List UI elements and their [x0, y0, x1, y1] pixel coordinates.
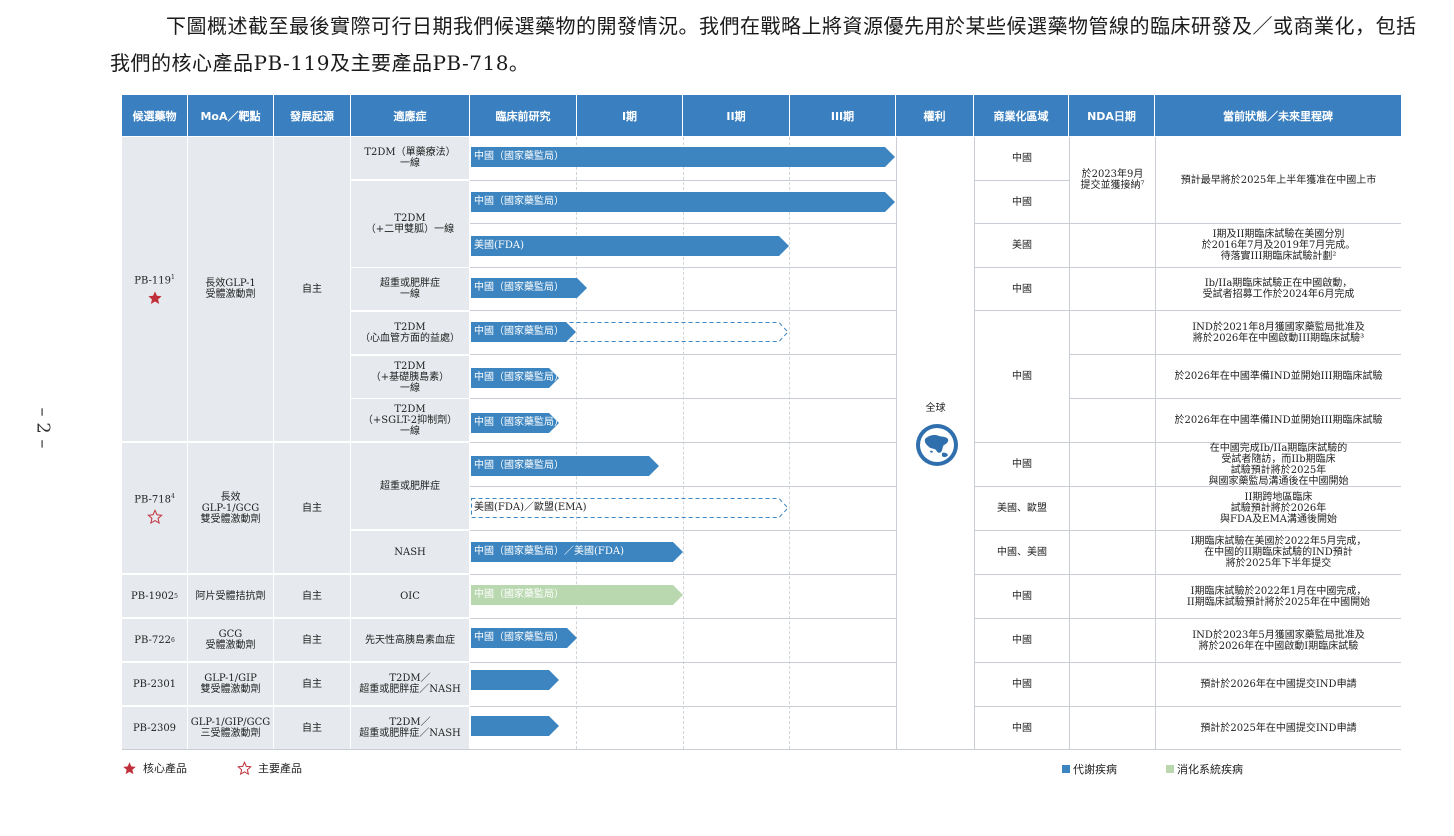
origin-pb722: 自主 [274, 619, 350, 661]
progress-bar: 中國（國家藥監局） [471, 147, 895, 167]
region-cell: 中國 [1012, 679, 1032, 690]
status-cell: IND於2023年5月獲國家藥監局批准及 將於2026年在中國啟動I期臨床試驗 [1192, 629, 1365, 652]
indication-cell: T2DM／ 超重或肥胖症／NASH [351, 707, 469, 749]
progress-bar [471, 670, 559, 690]
progress-bar: 中國（國家藥監局） [471, 368, 559, 388]
header-rights: 權利 [896, 95, 974, 136]
drug-pb1902: PB-1902 5 [122, 575, 187, 617]
header-phase1: I期 [577, 95, 683, 136]
region-cell: 中國、美國 [997, 547, 1047, 558]
region-cell: 中國 [1012, 196, 1032, 208]
header-phase2: II期 [683, 95, 790, 136]
region-cell: 中國 [1012, 591, 1032, 602]
indication-cell: T2DM／ 超重或肥胖症／NASH [351, 663, 469, 705]
core-star-icon [123, 761, 136, 774]
progress-bar: 中國（國家藥監局） [471, 628, 577, 648]
moa-pb1902: 阿片受體拮抗劑 [188, 575, 273, 617]
indication-cell: T2DM（單藥療法） 一線 [351, 137, 469, 179]
status-cell: 預計最早將於2025年上半年獲准在中國上市 [1180, 174, 1377, 186]
region-cell: 中國 [1012, 283, 1032, 295]
header-status: 當前狀態／未來里程碑 [1155, 95, 1401, 136]
drug-pb722: PB-722 6 [122, 619, 187, 661]
progress-bar: 中國（國家藥監局） [471, 192, 895, 212]
key-product-star-icon [146, 509, 163, 525]
indication-cell: T2DM （+SGLT-2抑制劑） 一線 [351, 399, 469, 441]
legend-metabolic: 代謝疾病 [1062, 761, 1117, 777]
moa-pb722: GCG 受體激動劑 [188, 619, 273, 661]
status-cell: Ib/IIa期臨床試驗正在中國啟動， 受試者招募工作於2024年6月完成 [1202, 278, 1355, 300]
moa-pb2301: GLP-1/GIP 雙受體激動劑 [188, 663, 273, 705]
moa-pb119: 長效GLP-1 受體激動劑 [188, 137, 273, 441]
status-cell: I期及II期臨床試驗在美國分別 於2016年7月及2019年7月完成。 待落實I… [1201, 229, 1356, 262]
status-cell: 於2026年在中國準備IND並開始III期臨床試驗 [1174, 415, 1383, 426]
legend-digestive: 消化系統疾病 [1166, 761, 1243, 777]
progress-bar: 中國（國家藥監局） [471, 413, 559, 433]
legend-key-product: 主要產品 [237, 760, 302, 776]
progress-bar: 中國（國家藥監局） [471, 585, 683, 605]
header-moa: MoA／靶點 [188, 95, 274, 136]
header-phase3: III期 [790, 95, 896, 136]
status-cell: II期跨地區臨床 試驗預計將於2026年 與FDA及EMA溝通後開始 [1220, 492, 1337, 525]
metabolic-swatch [1062, 765, 1070, 773]
header-origin: 發展起源 [274, 95, 351, 136]
pipeline-table: 候選藥物 MoA／靶點 發展起源 適應症 臨床前研究 I期 II期 III期 權… [0, 0, 1454, 836]
origin-pb718: 自主 [274, 443, 350, 573]
status-cell: I期臨床試驗在美國於2022年5月完成， 在中國的II期臨床試驗的IND預計 將… [1190, 536, 1367, 569]
origin-pb1902: 自主 [274, 575, 350, 617]
key-star-icon [237, 760, 252, 775]
header-region: 商業化區域 [974, 95, 1069, 136]
region-cell: 美國、歐盟 [997, 503, 1047, 514]
globe-icon [916, 424, 958, 466]
region-cell: 中國 [1012, 371, 1032, 382]
drug-pb718: PB-7184 [122, 443, 187, 573]
header-candidate: 候選藥物 [122, 95, 188, 136]
indication-cell: 超重或肥胖症 一線 [351, 268, 469, 310]
origin-pb2309: 自主 [274, 707, 350, 749]
legend-core-product: 核心產品 [122, 760, 187, 776]
moa-pb2309: GLP-1/GIP/GCG 三受體激動劑 [188, 707, 273, 749]
drug-pb119: PB-1191 [122, 137, 187, 441]
indication-cell: NASH [351, 531, 469, 573]
indication-cell: OIC [351, 575, 469, 617]
drug-pb2309: PB-2309 [122, 707, 187, 749]
region-cell: 美國 [1012, 240, 1032, 251]
nda-date: 於2023年9月 提交並獲接納⁷ [1080, 169, 1145, 191]
digestive-swatch [1166, 765, 1174, 773]
progress-bar: 中國（國家藥監局） [471, 278, 587, 298]
indication-cell: 先天性高胰島素血症 [351, 619, 469, 661]
origin-pb2301: 自主 [274, 663, 350, 705]
progress-bar: 美國(FDA) [471, 236, 789, 256]
status-cell: 於2026年在中國準備IND並開始III期臨床試驗 [1174, 371, 1383, 382]
status-cell: 在中國完成Ib/IIa期臨床試驗的 受試者隨訪，而IIb期臨床 試驗預計將於20… [1208, 442, 1349, 487]
indication-cell: T2DM （+二甲雙胍）一線 [351, 181, 469, 267]
origin-pb119: 自主 [274, 137, 350, 441]
core-product-star-icon [147, 291, 162, 305]
header-indication: 適應症 [351, 95, 470, 136]
header-nda: NDA日期 [1069, 95, 1155, 136]
progress-bar: 中國（國家藥監局） [471, 322, 576, 342]
indication-cell: T2DM （心血管方面的益處） [351, 312, 469, 354]
status-cell: 預計於2026年在中國提交IND申請 [1200, 679, 1357, 690]
progress-bar: 中國（國家藥監局）／美國(FDA) [471, 542, 683, 562]
drug-pb2301: PB-2301 [122, 663, 187, 705]
region-cell: 中國 [1012, 459, 1032, 470]
region-cell: 中國 [1012, 722, 1032, 734]
rights-label: 全球 [925, 402, 946, 414]
progress-bar: 中國（國家藥監局） [471, 456, 659, 476]
status-cell: I期臨床試驗於2022年1月在中國完成， II期臨床試驗預計將於2025年在中國… [1186, 585, 1371, 608]
header-preclinical: 臨床前研究 [470, 95, 577, 136]
region-cell: 中國 [1012, 153, 1032, 164]
planned-bar: 美國(FDA)／歐盟(EMA) [471, 498, 789, 518]
moa-pb718: 長效 GLP-1/GCG 雙受體激動劑 [188, 443, 273, 573]
status-cell: IND於2021年8月獲國家藥監局批准及 將於2026年在中國啟動III期臨床試… [1192, 321, 1365, 344]
indication-cell: 超重或肥胖症 [351, 443, 469, 529]
indication-cell: T2DM （+基礎胰島素） 一線 [351, 356, 469, 398]
region-cell: 中國 [1012, 635, 1032, 646]
progress-bar [471, 716, 559, 736]
status-cell: 預計於2025年在中國提交IND申請 [1200, 722, 1357, 734]
